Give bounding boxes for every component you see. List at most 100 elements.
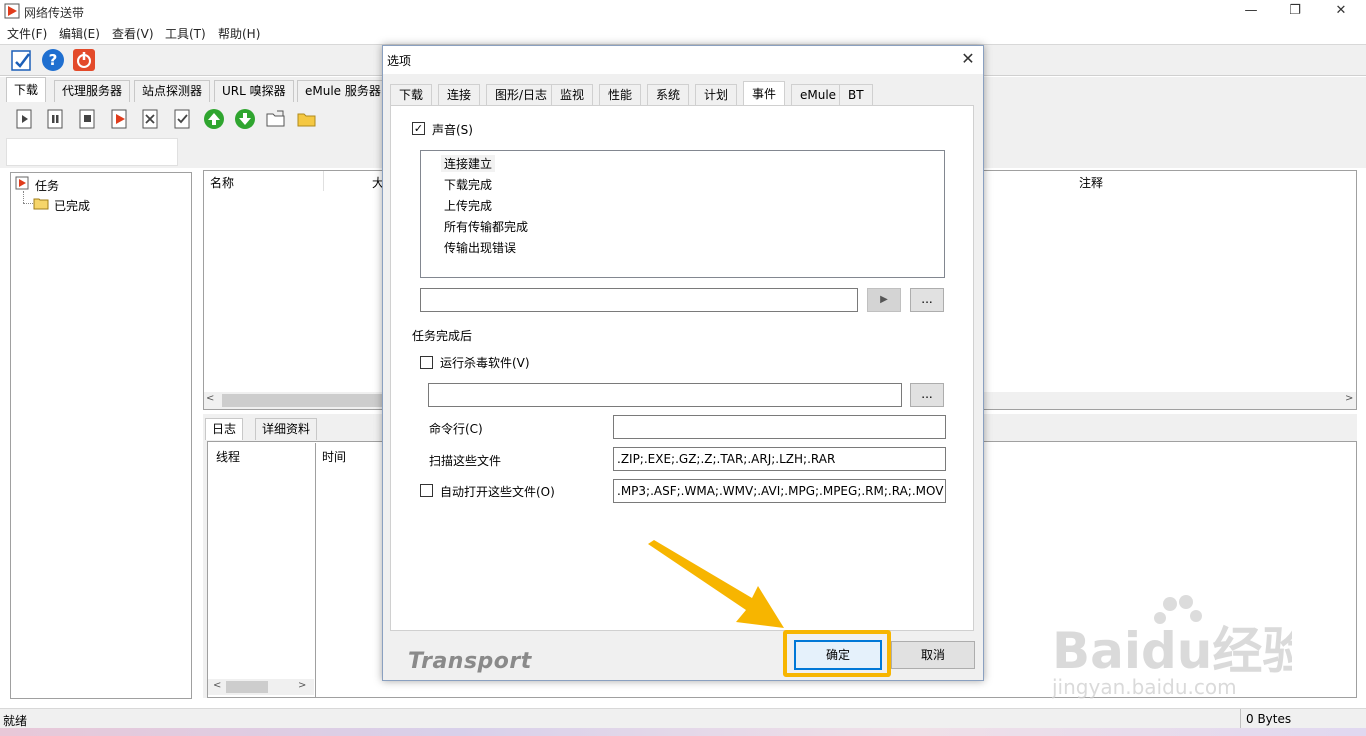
scan-files-label: 扫描这些文件 bbox=[429, 454, 502, 468]
tab-emule-server[interactable]: eMule 服务器 bbox=[297, 80, 389, 102]
menu-view[interactable]: 查看(V) bbox=[112, 25, 154, 42]
cmdline-input[interactable] bbox=[613, 415, 946, 439]
window-title: 网络传送带 bbox=[24, 6, 85, 20]
watermark-url: jingyan.baidu.com bbox=[1052, 675, 1237, 699]
play-sound-button[interactable]: ▶ bbox=[867, 288, 901, 312]
run-task-icon[interactable] bbox=[109, 108, 131, 130]
start-icon[interactable] bbox=[14, 108, 36, 130]
sound-label: 声音(S) bbox=[432, 123, 473, 137]
baidu-jingyan-watermark: Baidu经验 jingyan.baidu.com bbox=[1052, 595, 1292, 699]
minimize-button[interactable]: — bbox=[1228, 0, 1274, 22]
dialog-title-bar bbox=[383, 46, 983, 74]
maximize-button[interactable]: ❐ bbox=[1272, 0, 1318, 22]
open-folder-icon[interactable] bbox=[265, 108, 287, 130]
menu-file[interactable]: 文件(F) bbox=[7, 25, 47, 42]
menu-tools[interactable]: 工具(T) bbox=[165, 25, 206, 42]
tree-node-completed[interactable]: 已完成 bbox=[54, 197, 90, 214]
log-divider bbox=[315, 443, 316, 697]
column-name[interactable]: 名称 bbox=[210, 174, 234, 191]
column-time[interactable]: 时间 bbox=[322, 448, 346, 465]
category-tree bbox=[10, 172, 192, 699]
tab-log[interactable]: 日志 bbox=[205, 418, 244, 440]
dialog-tab-events[interactable]: 事件 bbox=[743, 81, 786, 106]
transport-brand: Transport bbox=[408, 649, 532, 674]
after-complete-label: 任务完成后 bbox=[412, 329, 473, 343]
tree-node-tasks[interactable]: 任务 bbox=[35, 177, 59, 194]
cmdline-label: 命令行(C) bbox=[429, 422, 483, 436]
move-up-icon[interactable] bbox=[203, 108, 225, 130]
event-item[interactable]: 上传完成 bbox=[444, 197, 492, 214]
dialog-tab-connection[interactable]: 连接 bbox=[438, 84, 481, 105]
tab-download[interactable]: 下载 bbox=[6, 77, 47, 102]
event-item[interactable]: 下载完成 bbox=[444, 176, 492, 193]
sound-checkbox[interactable]: ✓ bbox=[412, 122, 425, 135]
tab-proxy[interactable]: 代理服务器 bbox=[54, 80, 131, 102]
cancel-button[interactable]: 取消 bbox=[891, 641, 975, 669]
dialog-close-button[interactable]: ✕ bbox=[956, 48, 980, 70]
window-close-button[interactable]: ✕ bbox=[1318, 0, 1364, 22]
filter-field[interactable] bbox=[6, 138, 178, 166]
dialog-tab-download[interactable]: 下载 bbox=[390, 84, 433, 105]
status-bytes: 0 Bytes bbox=[1246, 712, 1292, 726]
log-scroll-right-icon[interactable]: > bbox=[298, 680, 306, 691]
event-item[interactable]: 连接建立 bbox=[441, 155, 496, 172]
scroll-thumb[interactable] bbox=[222, 394, 382, 407]
log-scroll-thumb[interactable] bbox=[226, 681, 268, 693]
menu-edit[interactable]: 编辑(E) bbox=[59, 25, 100, 42]
delete-icon[interactable] bbox=[140, 108, 162, 130]
new-task-icon[interactable] bbox=[10, 48, 34, 72]
tab-details[interactable]: 详细资料 bbox=[255, 418, 318, 440]
scroll-right-icon[interactable]: > bbox=[1345, 393, 1353, 404]
tree-connector-h bbox=[23, 203, 33, 204]
dialog-tab-graph-log[interactable]: 图形/日志 bbox=[486, 84, 557, 105]
pause-icon[interactable] bbox=[45, 108, 67, 130]
event-item[interactable]: 传输出现错误 bbox=[444, 239, 516, 256]
event-item[interactable]: 所有传输都完成 bbox=[444, 218, 528, 235]
tab-url-sniffer[interactable]: URL 嗅探器 bbox=[214, 80, 294, 102]
dialog-tab-bt[interactable]: BT bbox=[839, 84, 873, 105]
scroll-left-icon[interactable]: < bbox=[206, 393, 214, 404]
antivirus-path-input[interactable] bbox=[428, 383, 902, 407]
auto-open-label: 自动打开这些文件(O) bbox=[440, 485, 555, 499]
title-bar bbox=[0, 0, 1366, 22]
column-divider bbox=[323, 171, 324, 191]
stop-icon[interactable] bbox=[77, 108, 99, 130]
status-divider bbox=[1240, 709, 1241, 728]
tree-connector bbox=[23, 191, 24, 203]
sound-file-input[interactable] bbox=[420, 288, 858, 312]
tab-site-explorer[interactable]: 站点探测器 bbox=[134, 80, 211, 102]
dialog-tab-system[interactable]: 系统 bbox=[647, 84, 690, 105]
auto-open-checkbox[interactable] bbox=[420, 484, 433, 497]
folder-icon[interactable] bbox=[296, 108, 318, 130]
menu-help[interactable]: 帮助(H) bbox=[218, 25, 260, 42]
complete-icon[interactable] bbox=[172, 108, 194, 130]
taskbar-strip bbox=[0, 728, 1366, 736]
dialog-tab-schedule[interactable]: 计划 bbox=[695, 84, 738, 105]
auto-open-input[interactable]: .MP3;.ASF;.WMA;.WMV;.AVI;.MPG;.MPEG;.RM;… bbox=[613, 479, 946, 503]
log-scroll-left-icon[interactable]: < bbox=[213, 680, 221, 691]
browse-antivirus-button[interactable]: ... bbox=[910, 383, 944, 407]
column-note[interactable]: 注释 bbox=[1079, 174, 1103, 191]
status-bar bbox=[0, 708, 1366, 728]
dialog-tab-performance[interactable]: 性能 bbox=[599, 84, 642, 105]
event-list bbox=[420, 150, 945, 278]
completed-folder-icon bbox=[33, 198, 49, 210]
ok-button[interactable]: 确定 bbox=[794, 640, 882, 670]
svg-text:?: ? bbox=[49, 51, 58, 69]
status-text: 就绪 bbox=[3, 714, 28, 728]
task-root-icon bbox=[15, 176, 29, 190]
dialog-tab-emule[interactable]: eMule bbox=[791, 84, 846, 105]
app-logo-icon bbox=[4, 3, 20, 19]
column-thread[interactable]: 线程 bbox=[216, 448, 240, 465]
browse-sound-button[interactable]: ... bbox=[910, 288, 944, 312]
help-icon[interactable]: ? bbox=[41, 48, 65, 72]
dialog-title: 选项 bbox=[387, 54, 412, 68]
move-down-icon[interactable] bbox=[234, 108, 256, 130]
watermark-logo: Baidu经验 bbox=[1052, 622, 1292, 680]
power-icon[interactable] bbox=[72, 48, 96, 72]
scan-files-input[interactable]: .ZIP;.EXE;.GZ;.Z;.TAR;.ARJ;.LZH;.RAR bbox=[613, 447, 946, 471]
antivirus-checkbox[interactable] bbox=[420, 356, 433, 369]
dialog-tab-monitor[interactable]: 监视 bbox=[551, 84, 594, 105]
annotation-arrow-icon bbox=[648, 540, 784, 628]
antivirus-label: 运行杀毒软件(V) bbox=[440, 356, 530, 370]
